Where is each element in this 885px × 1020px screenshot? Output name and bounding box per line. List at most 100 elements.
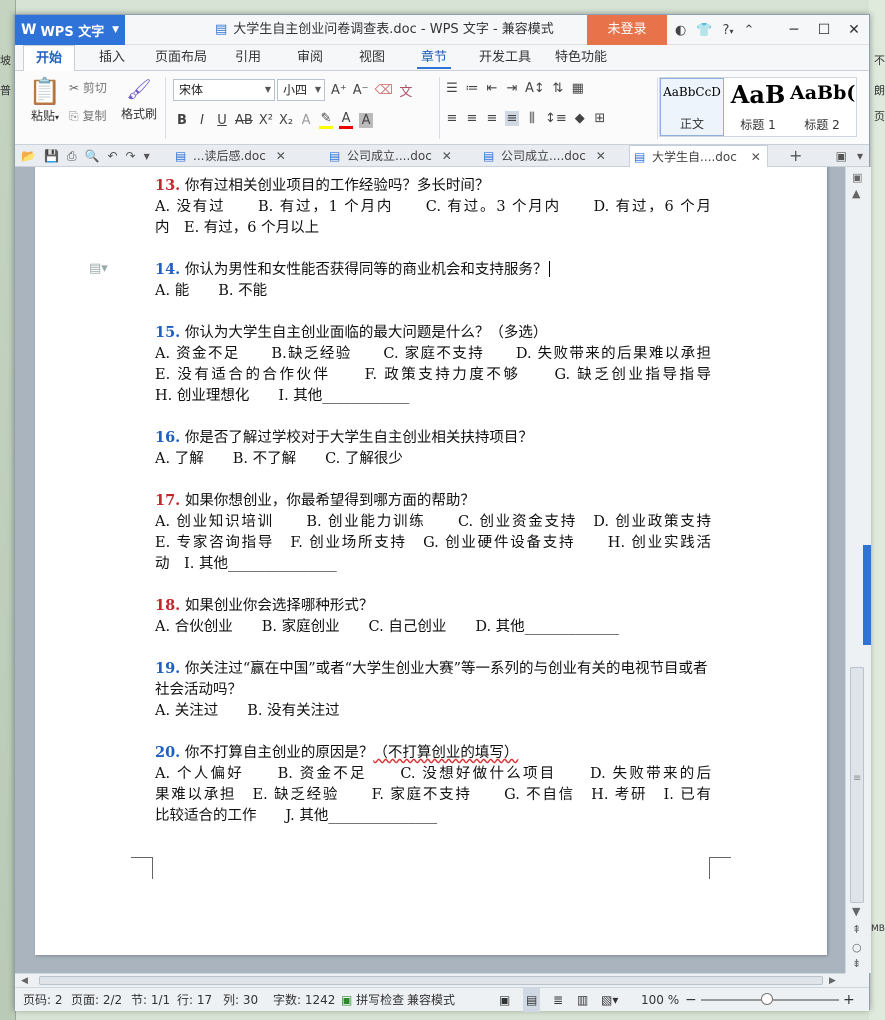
decrease-indent-icon[interactable]: ⇤ xyxy=(485,81,499,96)
font-size-select[interactable]: 小四 ▼ xyxy=(277,79,325,101)
question-title[interactable]: 19. 你关注过“赢在中国”或者“大学生创业大赛”等一系列的与创业有关的电视节目… xyxy=(155,658,711,701)
underline-icon[interactable]: U xyxy=(215,113,229,128)
paragraph-handle-icon[interactable]: ▤▾ xyxy=(89,261,108,276)
doc-tab[interactable]: ▤ 公司成立....doc ✕ xyxy=(325,145,452,167)
tab-chapter[interactable]: 章节 xyxy=(409,45,459,71)
zoom-out-icon[interactable]: − xyxy=(685,988,697,1012)
fullscreen-view-icon[interactable]: ▣ xyxy=(499,988,510,1012)
tab-insert[interactable]: 插入 xyxy=(87,45,137,71)
phonetic-icon[interactable]: 文 xyxy=(399,81,413,100)
zoom-in-icon[interactable]: + xyxy=(843,988,855,1012)
question-item[interactable]: 19. 你关注过“赢在中国”或者“大学生创业大赛”等一系列的与创业有关的电视节目… xyxy=(155,658,711,722)
status-page-num[interactable]: 页码: 2 xyxy=(23,988,63,1012)
tab-list-icon[interactable]: ▣ xyxy=(836,149,847,163)
subscript-icon[interactable]: X₂ xyxy=(279,113,293,128)
chevron-down-icon[interactable]: ▼ xyxy=(144,152,150,161)
page[interactable]: ▤▾ 13. 你有过相关创业项目的工作经验吗？多长时间？ A. 没有过 B. 有过… xyxy=(35,167,827,955)
grow-font-icon[interactable]: A⁺ xyxy=(331,83,347,98)
skin-icon[interactable]: ◐ xyxy=(675,23,686,38)
open-icon[interactable]: 📂 xyxy=(21,149,36,163)
question-title[interactable]: 14. 你认为男性和女性能否获得同等的商业机会和支持服务？ xyxy=(155,259,711,281)
tab-page-layout[interactable]: 页面布局 xyxy=(143,45,219,71)
question-title[interactable]: 15. 你认为大学生自主创业面临的最大问题是什么？（多选） xyxy=(155,322,711,344)
zoom-level[interactable]: 100 % xyxy=(641,988,679,1012)
scroll-down-icon[interactable]: ▼ xyxy=(852,905,860,918)
distribute-icon[interactable]: ⫼ xyxy=(525,111,539,126)
status-row[interactable]: 行: 17 xyxy=(177,988,212,1012)
close-icon[interactable]: ✕ xyxy=(442,145,452,167)
justify-icon[interactable]: ≡ xyxy=(505,111,519,126)
font-name-select[interactable]: 宋体 ▼ xyxy=(173,79,275,101)
undo-icon[interactable]: ↶ xyxy=(107,149,117,163)
italic-icon[interactable]: I xyxy=(195,113,209,128)
align-left-icon[interactable]: ≡ xyxy=(445,111,459,126)
status-words[interactable]: 字数: 1242 xyxy=(273,988,335,1012)
doc-tab[interactable]: ▤ 公司成立....doc ✕ xyxy=(479,145,606,167)
question-title[interactable]: 20. 你不打算自主创业的原因是？（不打算创业的填写） xyxy=(155,742,711,764)
close-button[interactable]: ✕ xyxy=(839,15,869,45)
help-icon[interactable]: ?▾ xyxy=(723,23,734,38)
question-title[interactable]: 17. 如果你想创业，你最希望得到哪方面的帮助？ xyxy=(155,490,711,512)
collapse-ribbon-icon[interactable]: ⌃ xyxy=(743,23,754,38)
paste-button[interactable]: 📋 粘贴▾ xyxy=(25,77,65,124)
question-item[interactable]: 18. 如果创业你会选择哪种形式？ A. 合伙创业 B. 家庭创业 C. 自己创业… xyxy=(155,595,711,638)
close-icon[interactable]: ✕ xyxy=(596,145,606,167)
redo-icon[interactable]: ↷ xyxy=(126,149,136,163)
question-item[interactable]: 13. 你有过相关创业项目的工作经验吗？多长时间？ A. 没有过 B. 有过，1 … xyxy=(155,175,711,239)
cut-button[interactable]: ✂ 剪切 xyxy=(69,79,107,96)
scroll-up-icon[interactable]: ▲ xyxy=(852,187,860,200)
reading-view-icon[interactable]: ▧▾ xyxy=(601,988,618,1012)
prev-page-icon[interactable]: ⇞ xyxy=(852,923,861,936)
save-icon[interactable]: 💾 xyxy=(44,149,59,163)
doc-tab[interactable]: ▤ ...读后感.doc ✕ xyxy=(171,145,286,167)
app-menu-button[interactable]: W WPS 文字 ▼ xyxy=(15,15,125,45)
tab-home[interactable]: 开始 xyxy=(23,45,76,71)
line-spacing-icon[interactable]: ↕≡ xyxy=(545,111,567,126)
bold-icon[interactable]: B xyxy=(175,113,189,128)
tab-menu-icon[interactable]: ▾ xyxy=(857,149,863,163)
close-icon[interactable]: ✕ xyxy=(751,146,761,168)
format-painter-button[interactable]: 🖌 格式刷 xyxy=(119,77,159,122)
question-item[interactable]: 17. 如果你想创业，你最希望得到哪方面的帮助？ A. 创业知识培训 B. 创业能… xyxy=(155,490,711,575)
login-button[interactable]: 未登录 xyxy=(587,15,667,45)
strikethrough-icon[interactable]: AB xyxy=(235,113,253,128)
align-center-icon[interactable]: ≡ xyxy=(465,111,479,126)
font-color-icon[interactable]: A xyxy=(339,111,354,129)
clear-format-icon[interactable]: ⌫ xyxy=(375,83,393,98)
char-spacing-icon[interactable]: A↕ xyxy=(525,81,545,96)
document-area[interactable]: ▤▾ 13. 你有过相关创业项目的工作经验吗？多长时间？ A. 没有过 B. 有过… xyxy=(15,167,845,973)
question-title[interactable]: 18. 如果创业你会选择哪种形式？ xyxy=(155,595,711,617)
status-col[interactable]: 列: 30 xyxy=(223,988,258,1012)
browse-object-icon[interactable]: ○ xyxy=(852,941,862,954)
question-title[interactable]: 16. 你是否了解过学校对于大学生自主创业相关扶持项目？ xyxy=(155,427,711,449)
increase-indent-icon[interactable]: ⇥ xyxy=(505,81,519,96)
shading-icon[interactable]: ◆ xyxy=(573,111,587,126)
table-border-icon[interactable]: ▦ xyxy=(571,81,585,96)
web-view-icon[interactable]: ▥ xyxy=(577,988,588,1012)
horizontal-scrollbar[interactable]: ◀ ▶ xyxy=(15,973,845,987)
zoom-slider-knob[interactable] xyxy=(761,993,773,1005)
tab-developer[interactable]: 开发工具 xyxy=(467,45,543,71)
superscript-icon[interactable]: X² xyxy=(259,113,273,128)
side-panel-toggle[interactable] xyxy=(863,545,871,645)
scroll-thumb[interactable] xyxy=(850,667,864,903)
tab-view[interactable]: 视图 xyxy=(347,45,397,71)
question-title[interactable]: 13. 你有过相关创业项目的工作经验吗？多长时间？ xyxy=(155,175,711,197)
shrink-font-icon[interactable]: A⁻ xyxy=(353,83,369,98)
shirt-icon[interactable]: 👕 xyxy=(696,23,712,38)
h-scroll-thumb[interactable] xyxy=(39,976,823,985)
question-item[interactable]: 20. 你不打算自主创业的原因是？（不打算创业的填写） A. 个人偏好 B. 资金… xyxy=(155,742,711,827)
copy-button[interactable]: ⎘ 复制 xyxy=(69,107,106,124)
numbered-list-icon[interactable]: ≔ xyxy=(465,81,479,96)
text-effect-icon[interactable]: A xyxy=(299,113,313,128)
maximize-button[interactable]: ☐ xyxy=(809,15,839,45)
status-section[interactable]: 节: 1/1 xyxy=(131,988,170,1012)
question-item[interactable]: 16. 你是否了解过学校对于大学生自主创业相关扶持项目？ A. 了解 B. 不了解… xyxy=(155,427,711,470)
bullet-list-icon[interactable]: ☰ xyxy=(445,81,459,96)
print-icon[interactable]: ⎙ xyxy=(67,149,77,164)
question-item[interactable]: 14. 你认为男性和女性能否获得同等的商业机会和支持服务？ A. 能 B. 不能 xyxy=(155,259,711,302)
scroll-right-icon[interactable]: ▶ xyxy=(829,974,836,988)
outline-view-icon[interactable]: ≣ xyxy=(553,988,563,1012)
highlight-icon[interactable]: ✎ xyxy=(319,111,334,129)
question-item[interactable]: 15. 你认为大学生自主创业面临的最大问题是什么？（多选） A. 资金不足 B.缺… xyxy=(155,322,711,407)
